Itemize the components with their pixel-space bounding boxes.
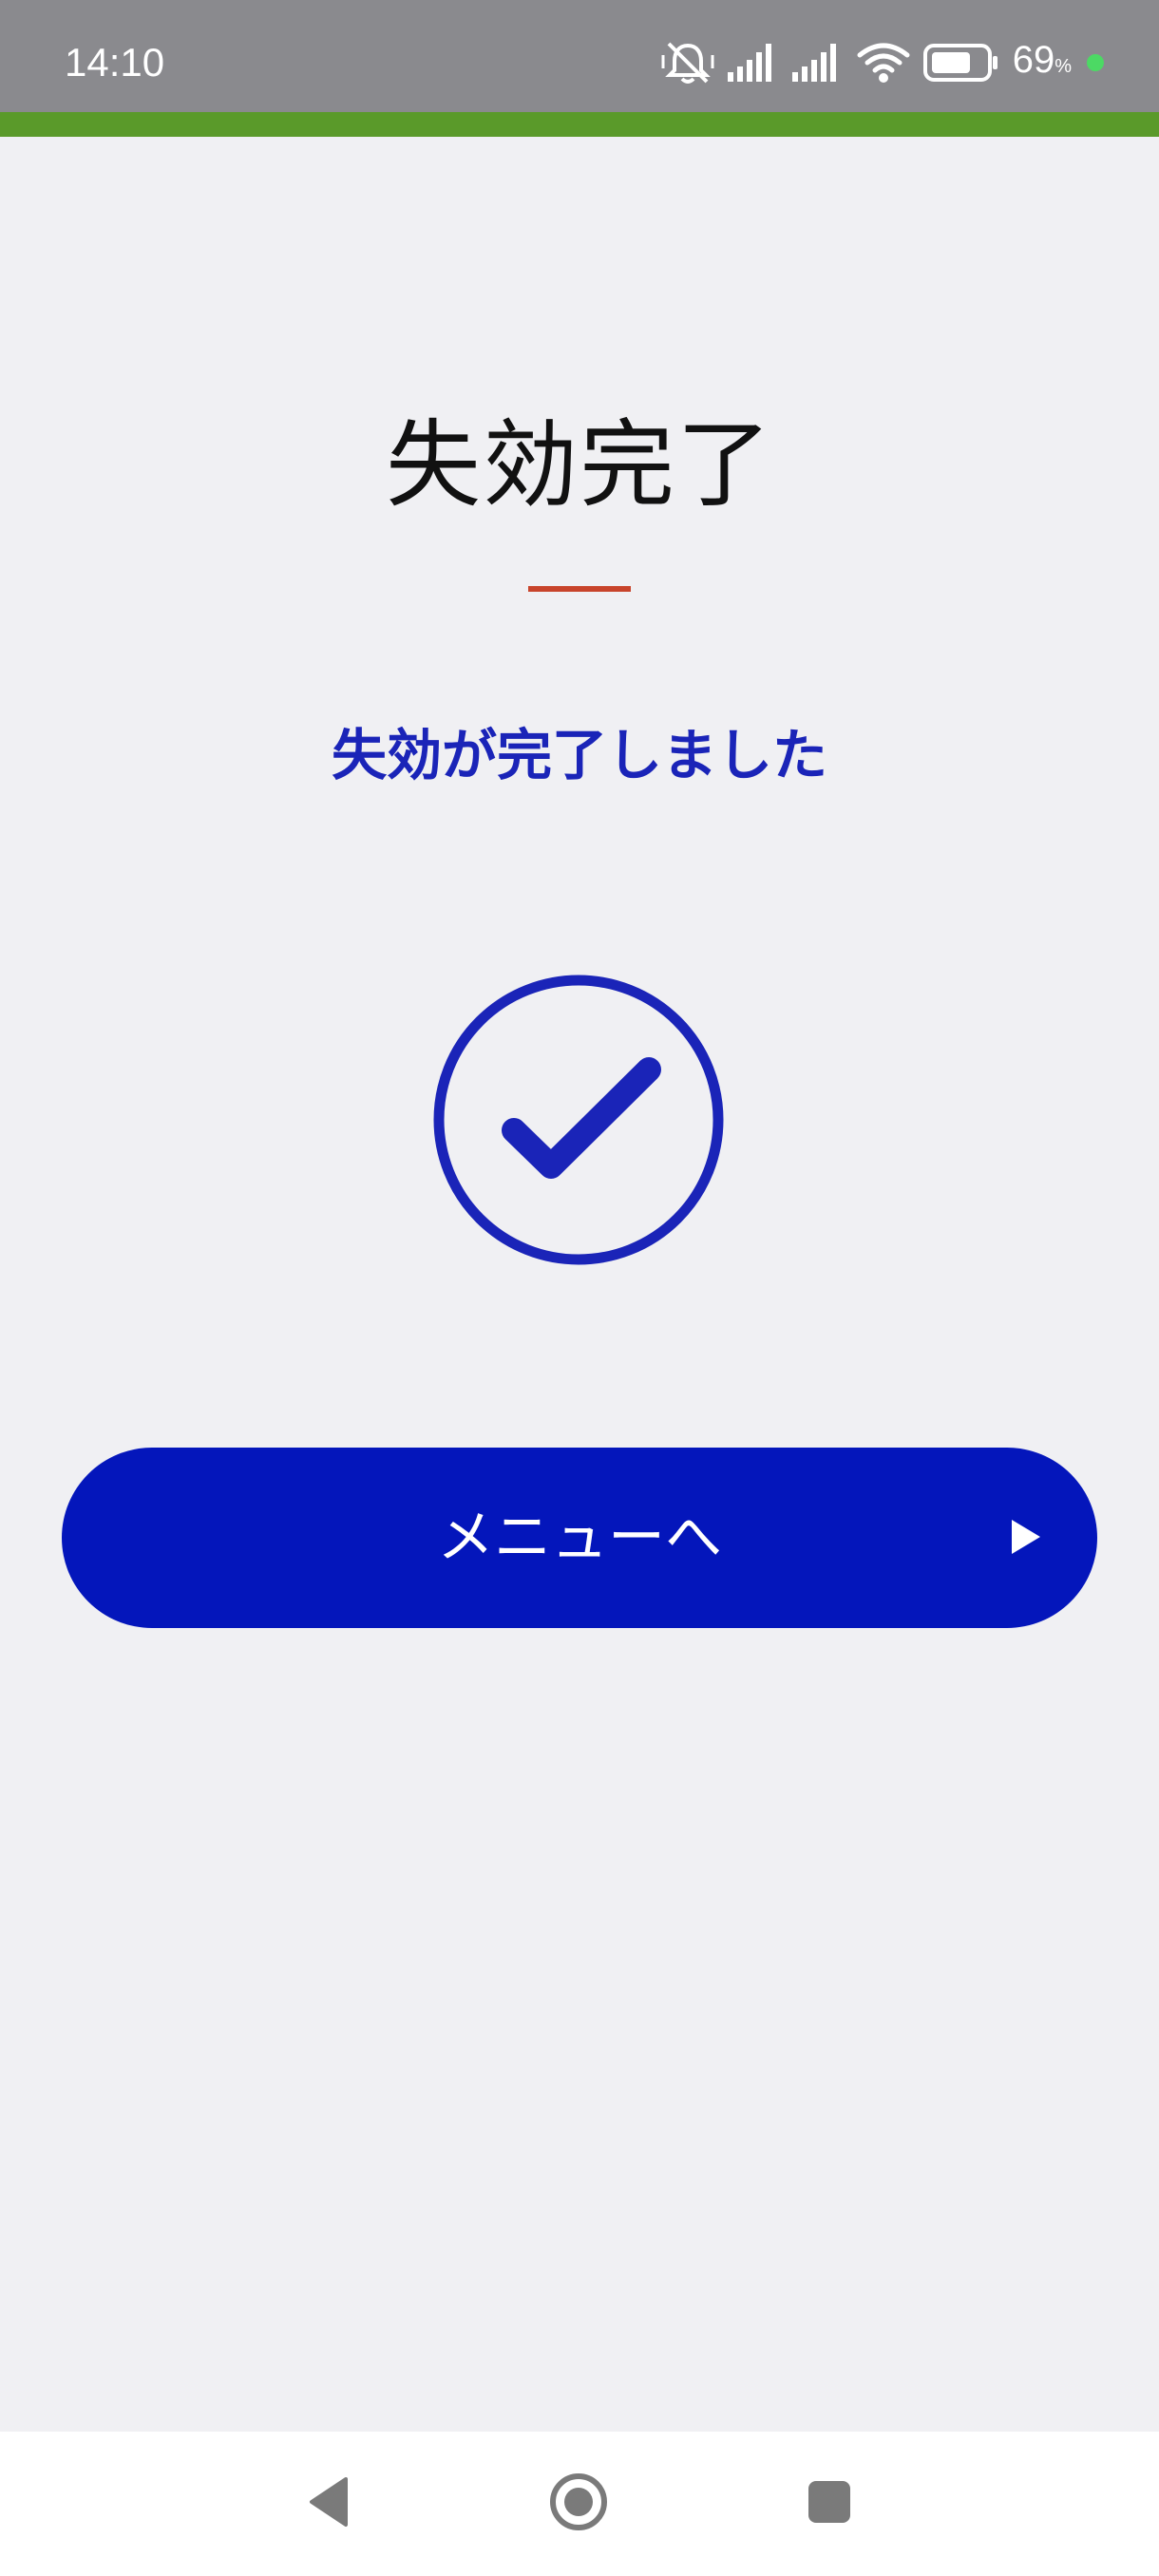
status-icons: 69% [661, 32, 1104, 93]
completion-message: 失効が完了しました [331, 723, 827, 787]
back-icon [306, 2475, 352, 2532]
charging-dot [1087, 54, 1104, 71]
mute-icon [661, 40, 714, 85]
play-icon [1012, 1520, 1040, 1554]
recents-icon [807, 2479, 852, 2529]
screen: 14:10 69% 失効完了 失効が完了しました メニューへ [0, 0, 1159, 2576]
title-divider [528, 586, 631, 592]
battery-percent: 69% [1012, 38, 1072, 81]
page-title: 失効完了 [386, 409, 773, 521]
status-time: 14:10 [65, 40, 165, 85]
navigation-bar [0, 2432, 1159, 2576]
signal-icon [791, 44, 844, 82]
check-circle-icon [433, 975, 724, 1265]
menu-button-label: メニューへ [437, 1505, 722, 1571]
wifi-icon [857, 42, 910, 84]
recents-button[interactable] [772, 2432, 886, 2576]
signal-icon [727, 44, 779, 82]
status-bar: 14:10 69% [0, 0, 1159, 112]
home-button[interactable] [522, 2432, 636, 2576]
accent-bar [0, 112, 1159, 137]
battery-icon [922, 44, 999, 82]
menu-button[interactable]: メニューへ [62, 1448, 1097, 1628]
back-button[interactable] [272, 2432, 386, 2576]
home-icon [548, 2472, 609, 2536]
